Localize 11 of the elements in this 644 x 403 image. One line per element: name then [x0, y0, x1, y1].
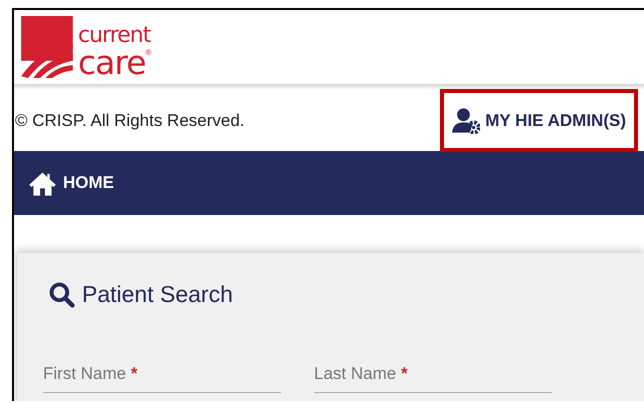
input-field[interactable]: First Name * [43, 364, 281, 393]
admin-link[interactable]: MY HIE ADMIN(S) [440, 89, 638, 152]
logo-text: care [78, 46, 146, 78]
search-icon [49, 282, 75, 308]
logo-text: current [78, 24, 152, 47]
panel-title: Patient Search [82, 281, 233, 308]
nav-link[interactable]: HOME [28, 170, 114, 196]
registered-mark: ® [146, 48, 152, 57]
user-gear-icon [452, 107, 480, 134]
input-field[interactable]: Last Name * [314, 364, 552, 393]
copyright-text: © CRISP. All Rights Reserved. [15, 110, 245, 130]
